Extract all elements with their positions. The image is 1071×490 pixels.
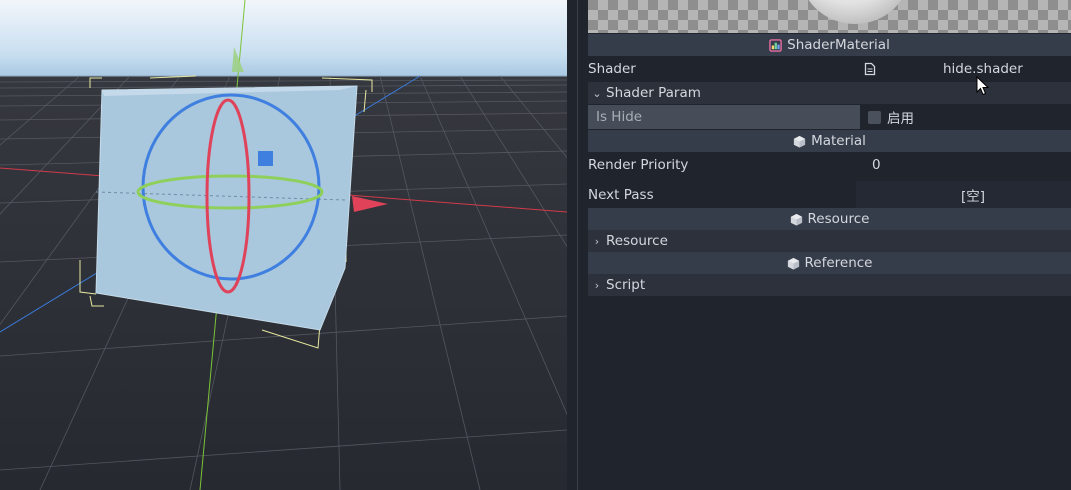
render-priority-row: Render Priority 0 [588,153,1071,177]
resource-category-label: Resource [606,233,668,249]
resource-type-label: ShaderMaterial [787,37,890,53]
render-priority-value: 0 [872,157,881,173]
shader-material-icon [769,38,782,52]
is-hide-label: Is Hide [588,105,860,129]
sky [0,0,567,76]
mouse-cursor-icon [976,76,990,96]
shader-material-header: ShaderMaterial [588,34,1071,56]
checkbox-box[interactable] [868,110,881,124]
shader-resource-picker[interactable]: hide.shader [856,57,1071,81]
is-hide-checkbox[interactable]: 启用 [860,105,1071,129]
render-priority-label: Render Priority [588,157,689,173]
reference-section-label: Reference [804,255,873,271]
3d-viewport[interactable] [0,0,567,490]
script-category-label: Script [606,277,646,293]
shader-file-name: hide.shader [943,61,1023,77]
shader-param-category[interactable]: ⌄ Shader Param [588,82,1071,104]
shader-property-label: Shader [588,61,636,77]
next-pass-value: [空] [960,188,985,205]
shader-property-row: Shader hide.shader [588,57,1071,81]
material-section-header: Material [588,130,1071,152]
resource-category[interactable]: › Resource [588,230,1071,252]
next-pass-label: Next Pass [588,186,654,203]
resource-section-label: Resource [807,211,870,227]
chevron-right-icon: › [594,234,600,248]
next-pass-resource-picker[interactable]: [空] [856,181,1071,208]
is-hide-property-row: Is Hide 启用 [588,105,1071,129]
next-pass-row: Next Pass [空] [588,181,1071,208]
shader-file-icon [864,62,876,76]
material-preview [588,0,1071,33]
resource-section-header: Resource [588,208,1071,230]
is-hide-option-label: 启用 [887,111,914,127]
cube-icon [794,135,806,148]
cube-icon [790,213,802,226]
script-category[interactable]: › Script [588,274,1071,296]
chevron-down-icon: ⌄ [592,86,602,100]
chevron-right-icon: › [594,278,600,292]
render-priority-spinbox[interactable]: 0 [856,153,1071,177]
shader-param-label: Shader Param [606,85,701,101]
cube-icon [787,257,799,270]
inspector-panel: ShaderMaterial Shader hide.shader ⌄ Shad… [588,0,1071,490]
dock-splitter[interactable] [567,0,588,490]
reference-section-header: Reference [588,252,1071,274]
viewport-scene[interactable] [0,0,567,490]
material-section-label: Material [811,133,866,149]
preview-sphere [800,0,910,24]
splitter-line [577,0,578,490]
